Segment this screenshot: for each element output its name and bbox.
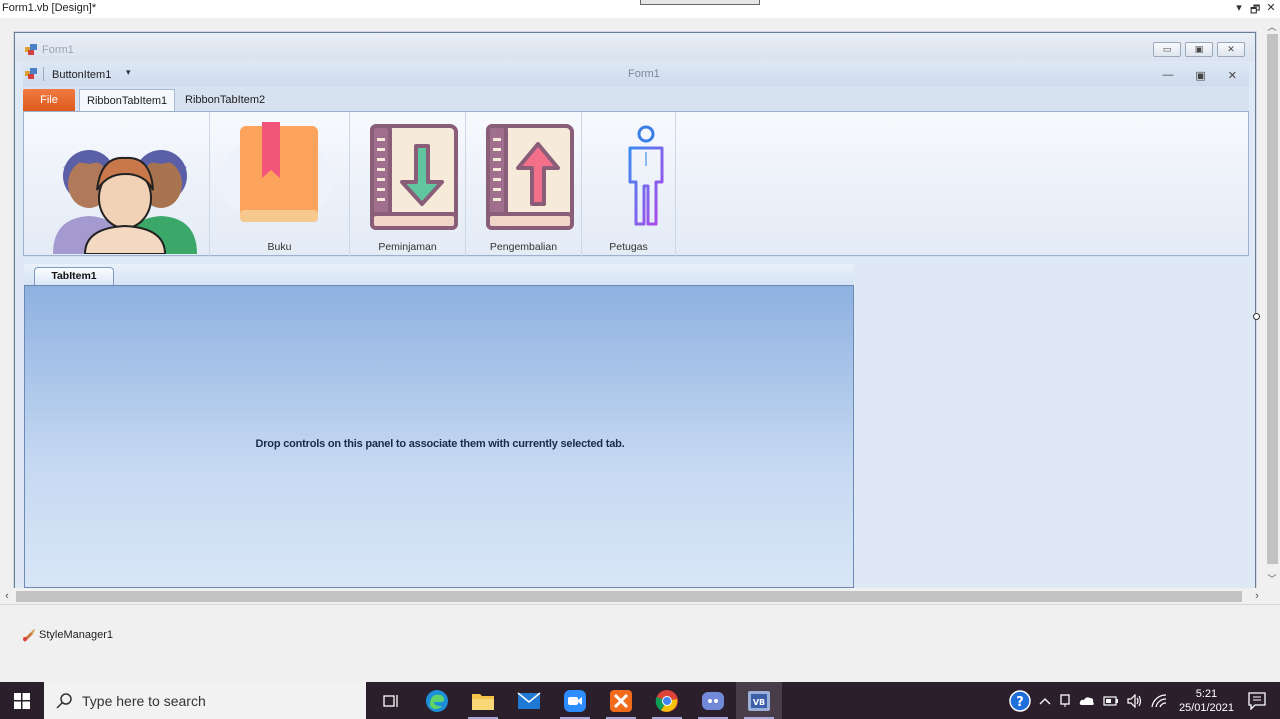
ribbon-window-controls: — ▣ ✕ (1162, 69, 1237, 82)
ribbon-button-label: Pengembalian (489, 241, 558, 253)
clock-time: 5:21 (1195, 687, 1218, 700)
horizontal-scroll-thumb[interactable] (16, 591, 1242, 602)
qat-separator (43, 67, 44, 81)
button-item-1[interactable]: ButtonItem1 (52, 69, 111, 81)
chrome-icon (655, 689, 678, 712)
scroll-down-icon[interactable]: ﹀ (1264, 572, 1280, 586)
notifications-icon[interactable] (1248, 691, 1266, 710)
task-view-icon (383, 694, 398, 707)
svg-text:VB: VB (753, 698, 765, 707)
discord-icon (702, 691, 724, 710)
top-splitter[interactable] (640, 0, 760, 5)
ribbon-button-petugas[interactable]: Petugas (582, 112, 676, 256)
network-adapter-icon[interactable] (1059, 693, 1071, 708)
minimize-button[interactable]: ▭ (1153, 42, 1181, 57)
battery-icon[interactable] (1103, 695, 1119, 707)
tab-panel[interactable]: Drop controls on this panel to associate… (24, 285, 854, 588)
taskbar-search[interactable]: Type here to search (44, 682, 366, 719)
volume-icon[interactable] (1127, 693, 1143, 708)
ribbon-maximize-icon[interactable]: ▣ (1195, 69, 1205, 82)
task-view-button[interactable] (368, 682, 414, 719)
ribbon-button-buku[interactable]: Buku (210, 112, 350, 256)
quick-access-toolbar: ButtonItem1 ▾ Form1 — ▣ ✕ (23, 62, 1249, 86)
taskbar-explorer[interactable] (460, 682, 506, 719)
system-tray: ? 5:21 25/01/2021 (1009, 682, 1280, 719)
document-title-bar: Form1.vb [Design]* ▾ 🗗 ✕ (0, 0, 1280, 18)
tab-strip: TabItem1 (24, 264, 854, 286)
qat-dropdown-icon[interactable]: ▾ (126, 67, 131, 78)
style-manager-label: StyleManager1 (39, 629, 113, 641)
file-tab[interactable]: File (23, 89, 75, 111)
ribbon-tabs: File RibbonTabItem1 RibbonTabItem2 (23, 89, 1249, 112)
ribbon-panel: Buku Peminjaman Pengembalian Petugas (23, 111, 1249, 256)
search-placeholder: Type here to search (82, 692, 206, 709)
taskbar-discord[interactable] (690, 682, 736, 719)
onedrive-icon[interactable] (1079, 696, 1095, 706)
wifi-icon[interactable] (1151, 693, 1167, 708)
ribbon-button-label: Buku (267, 241, 292, 253)
style-manager-component[interactable]: StyleManager1 (22, 628, 113, 642)
close-button[interactable]: ✕ (1217, 42, 1245, 57)
tab-item-1[interactable]: TabItem1 (34, 267, 114, 286)
person-icon (628, 125, 664, 226)
mail-icon (517, 691, 541, 709)
ribbon-button-pengembalian[interactable]: Pengembalian (466, 112, 582, 256)
vertical-scroll-thumb[interactable] (1267, 34, 1278, 564)
book-upload-icon (486, 124, 574, 230)
maximize-button[interactable]: ▣ (1185, 42, 1213, 57)
taskbar-zoom[interactable] (552, 682, 598, 719)
form-window-buttons: ▭ ▣ ✕ (1153, 42, 1245, 57)
form-resize-handle[interactable] (1253, 313, 1260, 320)
ribbon-button-users[interactable] (24, 112, 210, 256)
vertical-scrollbar[interactable]: ︿ ﹀ (1264, 18, 1280, 588)
windows-icon (14, 692, 30, 709)
folder-icon (472, 693, 494, 710)
scroll-up-icon[interactable]: ︿ (1264, 20, 1280, 34)
scroll-corner (1264, 588, 1280, 604)
taskbar-clock[interactable]: 5:21 25/01/2021 (1179, 687, 1234, 715)
tab-ribbon-tab-item-2[interactable]: RibbonTabItem2 (178, 89, 272, 112)
drop-controls-hint: Drop controls on this panel to associate… (255, 438, 625, 450)
app-icon (25, 68, 37, 79)
ribbon-minimize-icon[interactable]: — (1162, 69, 1173, 82)
users-icon (53, 150, 197, 254)
ribbon-button-peminjaman[interactable]: Peminjaman (350, 112, 466, 256)
ribbon-button-label: Petugas (609, 241, 648, 253)
taskbar-mail[interactable] (506, 682, 552, 719)
horizontal-scrollbar[interactable]: ‹ › (0, 588, 1264, 604)
taskbar-chrome[interactable] (644, 682, 690, 719)
taskbar-visual-studio[interactable]: VB (736, 682, 782, 719)
form-title-bar: Form1 ▭ ▣ ✕ (15, 33, 1255, 61)
ribbon-button-label: Peminjaman (378, 241, 437, 253)
scroll-right-icon[interactable]: › (1250, 588, 1264, 604)
ribbon-window-title: Form1 (628, 68, 660, 80)
book-icon (218, 122, 334, 222)
tab-ribbon-tab-item-1[interactable]: RibbonTabItem1 (79, 89, 176, 112)
zoom-icon (564, 689, 586, 712)
visual-basic-icon: VB (748, 690, 770, 711)
form-title: Form1 (42, 44, 74, 56)
search-icon (56, 692, 72, 709)
windows-taskbar: Type here to search VB ? 5:21 25/01/2021 (0, 682, 1280, 719)
form-icon (25, 44, 37, 55)
scroll-left-icon[interactable]: ‹ (0, 588, 14, 604)
ribbon-control: ButtonItem1 ▾ Form1 — ▣ ✕ File RibbonTab… (23, 62, 1249, 257)
start-button[interactable] (0, 682, 44, 719)
taskbar-edge[interactable] (414, 682, 460, 719)
style-manager-icon (23, 629, 35, 642)
xampp-icon (610, 689, 632, 712)
edge-icon (426, 689, 448, 712)
clock-date: 25/01/2021 (1178, 701, 1234, 714)
show-hidden-icons-icon[interactable] (1039, 696, 1051, 706)
book-download-icon (370, 124, 458, 230)
document-title: Form1.vb [Design]* (2, 2, 97, 14)
component-tray[interactable]: StyleManager1 (0, 604, 1280, 682)
tab-control[interactable]: TabItem1 Drop controls on this panel to … (24, 264, 854, 588)
svg-text:?: ? (1016, 695, 1024, 710)
ribbon-close-icon[interactable]: ✕ (1228, 69, 1237, 82)
help-icon[interactable]: ? (1009, 689, 1031, 712)
taskbar-xampp[interactable] (598, 682, 644, 719)
